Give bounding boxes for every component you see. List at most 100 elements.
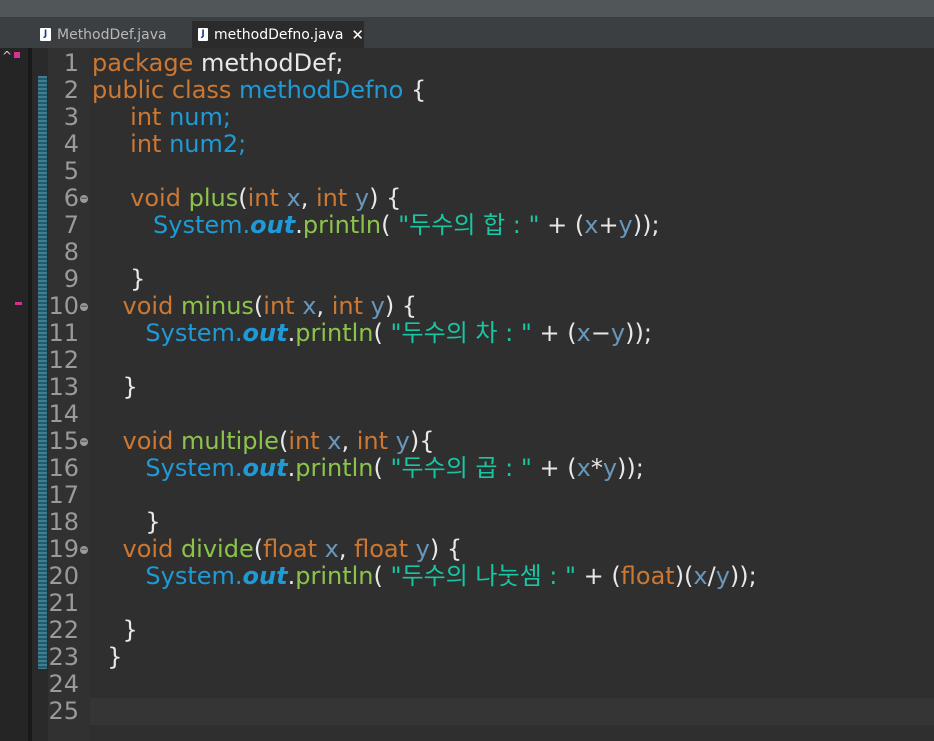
code-token: methodDef; bbox=[193, 49, 344, 77]
code-text: } bbox=[92, 643, 123, 671]
code-line[interactable]: 9 } bbox=[32, 266, 934, 293]
code-token: void bbox=[122, 427, 181, 455]
code-token: + ( bbox=[576, 562, 621, 590]
code-token: y bbox=[395, 427, 410, 455]
code-text: int num2; bbox=[92, 131, 246, 158]
code-token: System. bbox=[153, 211, 251, 239]
code-editor[interactable]: 1 package methodDef; 2 public class methodD… bbox=[32, 48, 934, 741]
code-line[interactable]: 16 System.out.println( "두수의 곱 : " + (x*y… bbox=[32, 455, 934, 482]
code-token: } bbox=[92, 643, 123, 671]
code-token: ( bbox=[373, 319, 391, 347]
code-text: void minus(int x, int y) { bbox=[92, 292, 418, 320]
code-line[interactable]: 20 System.out.println( "두수의 나눗셈 : " + (f… bbox=[32, 563, 934, 590]
window-top-bar bbox=[0, 0, 934, 17]
code-text: } bbox=[92, 374, 138, 401]
code-text: System.out.println( "두수의 나눗셈 : " + (floa… bbox=[92, 562, 756, 590]
overview-ruler-marker[interactable] bbox=[15, 302, 22, 305]
maximize-icon[interactable] bbox=[14, 52, 20, 58]
code-line[interactable]: 19− void divide(float x, float y) { bbox=[32, 536, 934, 563]
code-line[interactable]: 13 } bbox=[32, 374, 934, 401]
code-token: ( bbox=[278, 427, 289, 455]
tab-methoddef-java[interactable]: J MethodDef.java bbox=[34, 21, 188, 48]
line-number: 25 bbox=[48, 697, 79, 725]
code-token: public class bbox=[92, 76, 240, 104]
code-token: x bbox=[286, 184, 301, 212]
line-number: 22 bbox=[48, 616, 79, 644]
code-token: System. bbox=[145, 319, 243, 347]
code-token: out bbox=[250, 211, 296, 239]
code-line[interactable]: 5 bbox=[32, 158, 934, 185]
code-token: void bbox=[130, 184, 189, 212]
code-token: )( bbox=[674, 562, 694, 590]
code-token: y bbox=[618, 211, 633, 239]
code-token: println bbox=[295, 562, 374, 590]
fold-collapse-icon[interactable]: − bbox=[80, 303, 88, 312]
left-pane-body bbox=[0, 48, 28, 741]
tab-methoddefno-java[interactable]: J methodDefno.java ✕ bbox=[192, 21, 364, 48]
code-token: divide bbox=[180, 535, 254, 563]
code-token: , bbox=[338, 535, 355, 563]
fold-collapse-icon[interactable]: − bbox=[80, 546, 88, 555]
code-line[interactable]: 21 bbox=[32, 590, 934, 617]
code-line[interactable]: 25 bbox=[32, 698, 934, 725]
code-token: x bbox=[693, 562, 708, 590]
code-token: , bbox=[300, 184, 316, 212]
line-number: 17 bbox=[48, 481, 79, 509]
code-text: } bbox=[92, 617, 138, 644]
code-line[interactable]: 23 } bbox=[32, 644, 934, 671]
code-token: println bbox=[295, 319, 374, 347]
code-token: . bbox=[295, 211, 303, 239]
code-token: int bbox=[356, 427, 396, 455]
code-line[interactable]: 2 public class methodDefno { bbox=[32, 77, 934, 104]
code-line[interactable]: 3 int num; bbox=[32, 104, 934, 131]
line-number: 14 bbox=[48, 400, 79, 428]
line-number: 13 bbox=[48, 373, 79, 401]
code-line[interactable]: 15− void multiple(int x, int y){ bbox=[32, 428, 934, 455]
line-number: 8 bbox=[63, 238, 79, 266]
code-line[interactable]: 8 bbox=[32, 239, 934, 266]
code-token: y bbox=[354, 184, 370, 212]
code-line[interactable]: 22 } bbox=[32, 617, 934, 644]
code-text: package methodDef; bbox=[92, 50, 343, 77]
code-token: num2; bbox=[161, 130, 247, 158]
chevron-up-icon[interactable]: ^ bbox=[0, 48, 14, 64]
fold-collapse-icon[interactable]: − bbox=[80, 195, 88, 204]
code-line[interactable]: 7 System.out.println( "두수의 합 : " + (x+y)… bbox=[32, 212, 934, 239]
line-number: 11 bbox=[48, 319, 79, 347]
close-icon[interactable]: ✕ bbox=[351, 26, 364, 44]
fold-collapse-icon[interactable]: − bbox=[80, 438, 88, 447]
code-line[interactable]: 18 } bbox=[32, 509, 934, 536]
code-line[interactable]: 12 bbox=[32, 347, 934, 374]
code-text: System.out.println( "두수의 차 : " + (x−y)); bbox=[92, 320, 652, 347]
code-token: minus bbox=[180, 292, 254, 320]
code-line[interactable]: 11 System.out.println( "두수의 차 : " + (x−y… bbox=[32, 320, 934, 347]
code-text: void multiple(int x, int y){ bbox=[92, 427, 435, 455]
code-token: } bbox=[92, 265, 146, 293]
line-number: 21 bbox=[48, 589, 79, 617]
code-token: + bbox=[598, 211, 619, 239]
code-line[interactable]: 14 bbox=[32, 401, 934, 428]
code-line[interactable]: 10− void minus(int x, int y) { bbox=[32, 293, 934, 320]
code-text: void plus(int x, int y) { bbox=[92, 185, 401, 212]
tab-label: methodDefno.java bbox=[214, 26, 344, 43]
editor-tab-bar: J MethodDef.java J methodDefno.java ✕ bbox=[32, 17, 934, 48]
code-line[interactable]: 1 package methodDef; bbox=[32, 50, 934, 77]
code-line[interactable]: 6− void plus(int x, int y) { bbox=[32, 185, 934, 212]
line-number: 3 bbox=[63, 103, 79, 131]
code-token: y bbox=[715, 562, 730, 590]
code-token: ( bbox=[373, 562, 391, 590]
code-token: y bbox=[415, 535, 430, 563]
code-line[interactable]: 4 int num2; bbox=[32, 131, 934, 158]
code-token: "두수의 차 : " bbox=[390, 319, 532, 347]
line-number: 4 bbox=[63, 130, 79, 158]
code-line[interactable]: 24 bbox=[32, 671, 934, 698]
code-token: ( bbox=[238, 184, 248, 212]
code-token: )); bbox=[632, 211, 660, 239]
code-token: multiple bbox=[180, 427, 279, 455]
code-token: int bbox=[315, 184, 355, 212]
code-line[interactable]: 17 bbox=[32, 482, 934, 509]
line-number: 2 bbox=[63, 76, 79, 104]
